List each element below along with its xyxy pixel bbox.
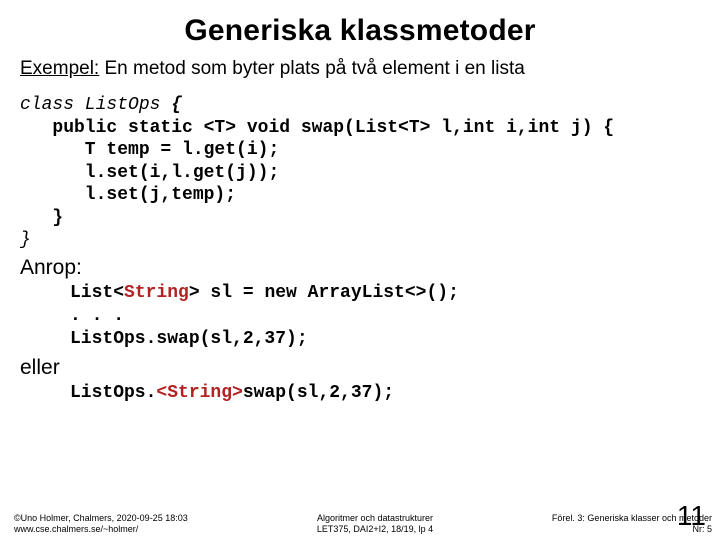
slide: Generiska klassmetoder Exempel: En metod… <box>0 0 720 540</box>
code-line: l.set(j,temp); <box>20 185 236 205</box>
footer-url: www.cse.chalmers.se/~holmer/ <box>14 524 260 534</box>
footer-course: Algoritmer och datastrukturer <box>260 513 490 523</box>
footer-left: ©Uno Holmer, Chalmers, 2020-09-25 18:03 … <box>0 513 260 534</box>
call-label: Anrop: <box>20 256 700 280</box>
code-text: List< <box>70 283 124 303</box>
slide-title: Generiska klassmetoder <box>20 14 700 48</box>
footer-course-code: LET375, DAI2+I2, 18/19, lp 4 <box>260 524 490 534</box>
code-line: class ListOps <box>20 95 171 115</box>
code-line: } <box>20 230 31 250</box>
code-text: ListOps. <box>70 383 156 403</box>
code-line: T temp = l.get(i); <box>20 140 279 160</box>
code-line: ListOps.swap(sl,2,37); <box>70 329 308 349</box>
code-text: swap(sl,2,37); <box>243 383 394 403</box>
example-text: En metod som byter plats på två element … <box>99 58 525 79</box>
code-line: } <box>20 208 63 228</box>
example-subtitle: Exempel: En metod som byter plats på två… <box>20 58 700 80</box>
code-block-class: class ListOps { public static <T> void s… <box>20 94 700 252</box>
code-keyword: <String> <box>156 383 242 403</box>
page-number: 11 <box>677 500 706 532</box>
or-label: eller <box>20 356 700 380</box>
code-line: . . . <box>70 306 124 326</box>
footer-center: Algoritmer och datastrukturer LET375, DA… <box>260 513 490 534</box>
footer-copyright: ©Uno Holmer, Chalmers, 2020-09-25 18:03 <box>14 513 260 523</box>
code-line: public static <T> void swap(List<T> l,in… <box>20 118 614 138</box>
code-keyword: String <box>124 283 189 303</box>
code-text: > sl = new ArrayList<>(); <box>189 283 459 303</box>
example-label: Exempel: <box>20 58 99 79</box>
code-block-call: List<String> sl = new ArrayList<>(); . .… <box>20 282 700 352</box>
code-line: { <box>171 95 182 115</box>
code-block-alt: ListOps.<String>swap(sl,2,37); <box>20 382 700 405</box>
slide-footer: ©Uno Holmer, Chalmers, 2020-09-25 18:03 … <box>0 513 720 534</box>
code-line: l.set(i,l.get(j)); <box>20 163 279 183</box>
